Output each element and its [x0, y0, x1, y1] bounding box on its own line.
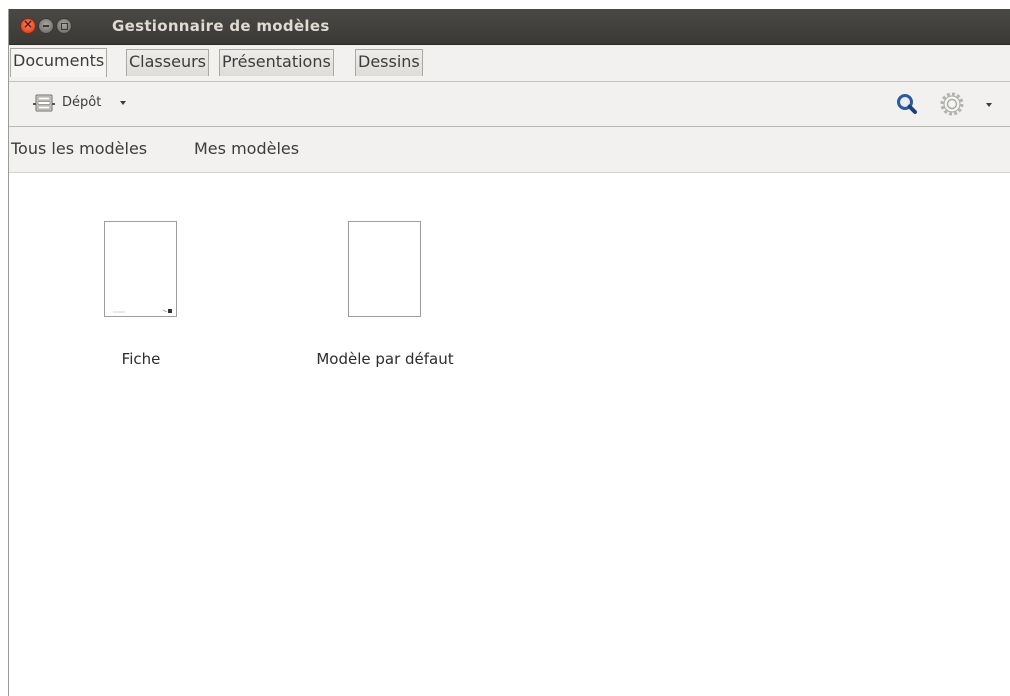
maximize-window-button[interactable] — [56, 18, 72, 34]
close-window-button[interactable] — [20, 17, 36, 34]
filter-all-templates[interactable]: Tous les modèles — [11, 139, 147, 158]
repository-label: Dépôt — [62, 95, 102, 110]
gear-icon — [940, 92, 964, 116]
template-item[interactable]: Modèle par défaut — [300, 173, 470, 368]
chevron-down-icon — [120, 101, 126, 105]
template-view: Fiche Modèle par défaut — [9, 173, 1010, 696]
filter-my-templates[interactable]: Mes modèles — [194, 139, 299, 158]
template-thumbnail — [348, 221, 421, 317]
template-thumbnail — [104, 221, 177, 317]
template-manager-window: Gestionnaire de modèles Documents Classe… — [8, 9, 1010, 696]
title-bar: Gestionnaire de modèles — [9, 9, 1010, 45]
template-item[interactable]: Fiche — [56, 173, 226, 368]
tab-drawings[interactable]: Dessins — [355, 49, 423, 76]
action-menu-dropdown[interactable] — [981, 91, 997, 117]
action-menu-button[interactable] — [939, 91, 967, 117]
window-title: Gestionnaire de modèles — [112, 17, 330, 35]
search-icon — [897, 94, 917, 114]
filter-bar: Tous les modèles Mes modèles — [9, 127, 1010, 173]
tab-spreadsheets[interactable]: Classeurs — [126, 49, 209, 76]
tab-strip: Documents Classeurs Présentations Dessin… — [9, 45, 1010, 82]
chevron-down-icon — [986, 103, 992, 107]
search-button[interactable] — [894, 91, 922, 117]
repository-icon — [33, 94, 55, 112]
tab-documents[interactable]: Documents — [10, 48, 108, 77]
toolbar: Dépôt — [9, 82, 1010, 127]
template-name: Fiche — [121, 350, 161, 368]
template-name: Modèle par défaut — [316, 350, 454, 368]
repository-dropdown-button[interactable]: Dépôt — [25, 90, 153, 116]
minimize-window-button[interactable] — [38, 18, 54, 34]
tab-presentations[interactable]: Présentations — [219, 49, 334, 76]
